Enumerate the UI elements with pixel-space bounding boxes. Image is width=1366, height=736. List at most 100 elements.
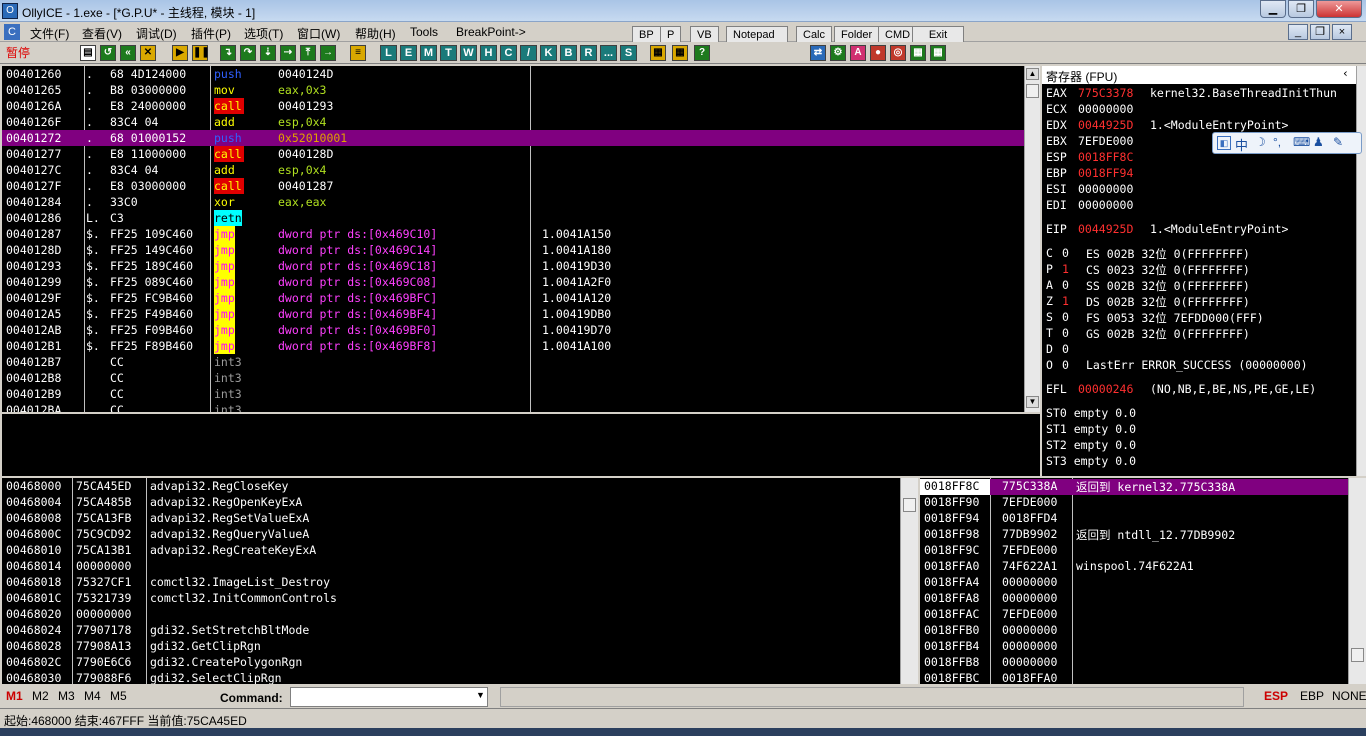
menu-file[interactable]: 文件(F) <box>30 25 69 42</box>
flag-value[interactable]: 1 <box>1062 262 1069 276</box>
tab-m4[interactable]: M4 <box>84 689 101 703</box>
stack-value[interactable]: 77DB9902 <box>1002 527 1057 541</box>
disasm-row[interactable]: 0040127C. 83C4 04 add esp,0x4 <box>2 162 1024 178</box>
minimize-icon[interactable]: ▁ <box>1260 0 1286 18</box>
executable-modules-button[interactable]: E <box>400 45 417 61</box>
dump-value[interactable]: 75CA45ED <box>76 479 131 493</box>
dump-value[interactable]: 77907178 <box>76 623 131 637</box>
disasm-row[interactable]: 00401287 $. FF25 109C460 jmp dword ptr ds:[0… <box>2 226 1024 242</box>
register-value[interactable]: 00000000 <box>1078 182 1133 196</box>
child-minimize-icon[interactable]: _ <box>1288 24 1308 40</box>
register-value[interactable]: 0018FF8C <box>1078 150 1133 164</box>
registers-scrollbar[interactable] <box>1356 66 1366 476</box>
disasm-row[interactable]: 004012A5 $. FF25 F49B460 jmp dword ptr ds:[0… <box>2 306 1024 322</box>
ime-user-icon[interactable]: ♟ <box>1313 135 1324 149</box>
disasm-row[interactable]: 0040129F $. FF25 FC9B460 jmp dword ptr ds:[0… <box>2 290 1024 306</box>
dump-value[interactable]: 75C9CD92 <box>76 527 131 541</box>
register-value[interactable]: 0044925D <box>1078 118 1133 132</box>
handles-button[interactable]: H <box>480 45 497 61</box>
esp-toggle[interactable]: ESP <box>1264 689 1288 703</box>
plugin-stop-icon[interactable]: ● <box>870 45 886 61</box>
disasm-row[interactable]: 004012B7 CC int3 <box>2 354 1024 370</box>
stack-value[interactable]: 0018FFD4 <box>1002 511 1057 525</box>
trace-over-icon[interactable]: ⇢ <box>280 45 296 61</box>
fpu-register[interactable]: ST1 empty 0.0 <box>1046 422 1136 436</box>
stack-value[interactable]: 00000000 <box>1002 575 1057 589</box>
flag-value[interactable]: 0 <box>1062 278 1069 292</box>
stack-value[interactable]: 0018FFA0 <box>1002 671 1057 684</box>
pause-icon[interactable]: ❚❚ <box>192 45 210 61</box>
ebp-toggle[interactable]: EBP <box>1300 689 1324 703</box>
log-window-button[interactable]: L <box>380 45 397 61</box>
stack-value[interactable]: 7EFDE000 <box>1002 607 1057 621</box>
plugin-grid-2-icon[interactable]: ▦ <box>930 45 946 61</box>
menu-window[interactable]: 窗口(W) <box>297 25 340 42</box>
breakpoints-button[interactable]: B <box>560 45 577 61</box>
dump-value[interactable]: 77908A13 <box>76 639 131 653</box>
child-window-icon[interactable]: C <box>4 24 20 40</box>
disasm-row[interactable]: 00401272. 68 01000152 push 0x52010001 <box>2 130 1024 146</box>
stack-value[interactable]: 775C338A <box>1002 479 1057 493</box>
disasm-row[interactable]: 00401299 $. FF25 089C460 jmp dword ptr ds:[0… <box>2 274 1024 290</box>
disasm-row[interactable]: 0040126A. E8 24000000 call 00401293 <box>2 98 1024 114</box>
menu-tools[interactable]: Tools <box>410 25 438 39</box>
efl-value[interactable]: 00000246 <box>1078 382 1133 396</box>
register-value[interactable]: 00000000 <box>1078 198 1133 212</box>
disasm-row[interactable]: 00401265. B8 03000000 mov eax,0x3 <box>2 82 1024 98</box>
dump-pane[interactable]: 00468000 75CA45ED advapi32.RegCloseKey 0046… <box>2 478 900 684</box>
disasm-row[interactable]: 00401286 L. C3 retn <box>2 210 1024 226</box>
dump-value[interactable]: 779088F6 <box>76 671 131 684</box>
registers-pane[interactable]: 寄存器 (FPU) ‹ EAX 775C3378 kernel32.BaseThre… <box>1042 66 1356 476</box>
step-over-icon[interactable]: ↷ <box>240 45 256 61</box>
plugin-a-icon[interactable]: A <box>850 45 866 61</box>
dump-value[interactable]: 00000000 <box>76 559 131 573</box>
scroll-down-icon[interactable]: ▼ <box>1026 396 1039 408</box>
open-icon[interactable]: ▤ <box>80 45 96 61</box>
plugin-grid-icon[interactable]: ▦ <box>910 45 926 61</box>
plugin-1-icon[interactable]: ⚙ <box>830 45 846 61</box>
disasm-row[interactable]: 004012B8 CC int3 <box>2 370 1024 386</box>
disasm-row[interactable]: 004012B1 $. FF25 F89B460 jmp dword ptr ds:[0… <box>2 338 1024 354</box>
ime-moon-icon[interactable]: ☽ <box>1255 135 1266 149</box>
step-back-icon[interactable]: « <box>120 45 136 61</box>
dump-value[interactable]: 75321739 <box>76 591 131 605</box>
disasm-row[interactable]: 0040127F. E8 03000000 call 00401287 <box>2 178 1024 194</box>
register-value[interactable]: 775C3378 <box>1078 86 1133 100</box>
disasm-row[interactable]: 0040126F. 83C4 04 add esp,0x4 <box>2 114 1024 130</box>
flag-value[interactable]: 0 <box>1062 246 1069 260</box>
source-button[interactable]: S <box>620 45 637 61</box>
ime-punct-icon[interactable]: °, <box>1273 135 1281 149</box>
stack-value[interactable]: 00000000 <box>1002 655 1057 669</box>
ime-settings-icon[interactable]: ✎ <box>1333 135 1343 149</box>
disasm-row[interactable]: 004012BA CC int3 <box>2 402 1024 412</box>
child-restore-icon[interactable]: ❐ <box>1310 24 1330 40</box>
restart-icon[interactable]: ↺ <box>100 45 116 61</box>
close-icon[interactable]: ✕ <box>1316 0 1362 18</box>
execute-till-return-icon[interactable]: ⤒ <box>300 45 316 61</box>
stack-value[interactable]: 00000000 <box>1002 623 1057 637</box>
register-value[interactable]: 0044925D <box>1078 222 1133 236</box>
register-value[interactable]: 00000000 <box>1078 102 1133 116</box>
fpu-register[interactable]: ST3 empty 0.0 <box>1046 454 1136 468</box>
dump-value[interactable]: 75CA485B <box>76 495 131 509</box>
flag-value[interactable]: 1 <box>1062 294 1069 308</box>
tab-m2[interactable]: M2 <box>32 689 49 703</box>
dump-value[interactable]: 00000000 <box>76 607 131 621</box>
ime-mode[interactable]: 中 <box>1235 135 1248 154</box>
scroll-thumb[interactable] <box>1351 648 1364 662</box>
flag-value[interactable]: 0 <box>1062 310 1069 324</box>
dump-value[interactable]: 75CA13FB <box>76 511 131 525</box>
call-stack-button[interactable]: K <box>540 45 557 61</box>
refresh-icon[interactable]: ⇄ <box>810 45 826 61</box>
menu-plugins[interactable]: 插件(P) <box>191 25 231 42</box>
dump-value[interactable]: 75CA13B1 <box>76 543 131 557</box>
menu-debug[interactable]: 调试(D) <box>136 25 177 42</box>
trace-into-icon[interactable]: ⇣ <box>260 45 276 61</box>
expression-icon[interactable]: ≡ <box>350 45 366 61</box>
cpu-button[interactable]: C <box>500 45 517 61</box>
menu-view[interactable]: 查看(V) <box>82 25 122 42</box>
stack-value[interactable]: 7EFDE000 <box>1002 543 1057 557</box>
ime-keyboard-icon[interactable]: ⌨ <box>1293 135 1310 149</box>
disasm-row[interactable]: 0040128D $. FF25 149C460 jmp dword ptr ds:[0… <box>2 242 1024 258</box>
registers-header[interactable]: 寄存器 (FPU) <box>1046 68 1117 85</box>
